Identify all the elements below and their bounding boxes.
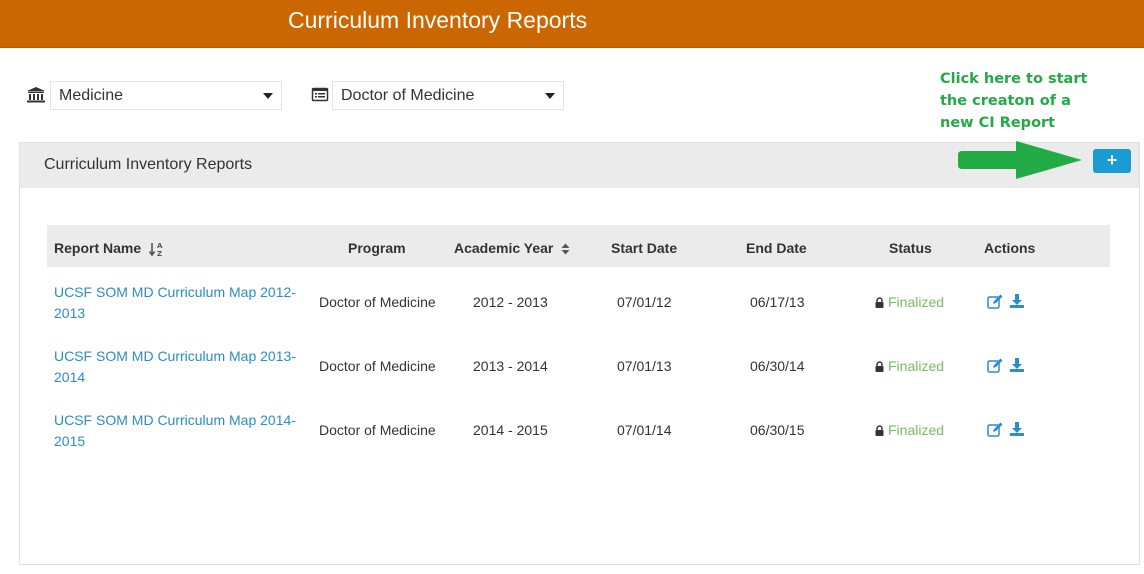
report-link[interactable]: UCSF SOM MD Curriculum Map 2012- 2013 xyxy=(54,282,314,324)
report-link-line: UCSF SOM MD Curriculum Map 2012- xyxy=(54,284,296,300)
lock-icon xyxy=(875,361,884,372)
chevron-down-icon xyxy=(263,93,273,99)
status-badge: Finalized xyxy=(875,422,944,438)
end-date-cell: 06/30/15 xyxy=(750,422,805,438)
school-select-value: Medicine xyxy=(59,87,124,104)
report-link-line: UCSF SOM MD Curriculum Map 2013- xyxy=(54,348,296,364)
status-text: Finalized xyxy=(888,294,945,310)
program-cell: Doctor of Medicine xyxy=(319,422,436,438)
column-header-status: Status xyxy=(889,240,932,256)
end-date-cell: 06/17/13 xyxy=(750,294,805,310)
column-header-academic-year[interactable]: Academic Year xyxy=(454,225,570,267)
page-title: Curriculum Inventory Reports xyxy=(288,7,588,33)
report-link-line: 2014 xyxy=(54,369,86,385)
report-link[interactable]: UCSF SOM MD Curriculum Map 2013- 2014 xyxy=(54,346,314,388)
report-link[interactable]: UCSF SOM MD Curriculum Map 2014- 2015 xyxy=(54,410,314,452)
column-header-label: Academic Year xyxy=(454,240,554,256)
status-badge: Finalized xyxy=(875,358,944,374)
table-header: Report Name A Z Program Academic Year St… xyxy=(47,225,1110,267)
panel-title: Curriculum Inventory Reports xyxy=(44,156,253,173)
callout-text: Click here to start the creaton of a new… xyxy=(940,68,1140,134)
lock-icon xyxy=(875,297,884,308)
download-icon[interactable] xyxy=(1009,357,1025,373)
table-row: UCSF SOM MD Curriculum Map 2013- 2014 Do… xyxy=(47,346,1110,410)
plus-icon: + xyxy=(1106,150,1118,170)
report-link-line: 2013 xyxy=(54,305,86,321)
status-text: Finalized xyxy=(888,422,945,438)
sort-icon xyxy=(561,243,570,255)
column-header-actions: Actions xyxy=(984,240,1036,256)
academic-year-cell: 2014 - 2015 xyxy=(473,422,548,438)
svg-text:Z: Z xyxy=(157,250,162,257)
start-date-cell: 07/01/13 xyxy=(617,358,672,374)
table-row: UCSF SOM MD Curriculum Map 2012- 2013 Do… xyxy=(47,282,1110,346)
lock-icon xyxy=(875,425,884,436)
download-icon[interactable] xyxy=(1009,293,1025,309)
callout-line: Click here to start xyxy=(940,71,1088,87)
report-link-line: 2015 xyxy=(54,433,86,449)
start-date-cell: 07/01/14 xyxy=(617,422,672,438)
chevron-down-icon xyxy=(545,93,555,99)
column-header-program: Program xyxy=(348,240,406,256)
sort-alpha-icon: A Z xyxy=(149,242,163,257)
svg-text:A: A xyxy=(157,242,163,250)
column-header-start-date: Start Date xyxy=(611,240,678,256)
download-icon[interactable] xyxy=(1009,421,1025,437)
status-badge: Finalized xyxy=(875,294,944,310)
institution-icon xyxy=(27,87,45,103)
academic-year-cell: 2013 - 2014 xyxy=(473,358,548,374)
list-alt-icon xyxy=(311,87,329,102)
edit-icon[interactable] xyxy=(987,294,1003,310)
edit-icon[interactable] xyxy=(987,358,1003,374)
program-cell: Doctor of Medicine xyxy=(319,294,436,310)
program-select-value: Doctor of Medicine xyxy=(341,87,475,104)
arrow-right-icon xyxy=(958,141,1082,179)
edit-icon[interactable] xyxy=(987,422,1003,438)
top-bar: Curriculum Inventory Reports xyxy=(0,0,1144,48)
start-date-cell: 07/01/12 xyxy=(617,294,672,310)
program-select[interactable]: Doctor of Medicine xyxy=(332,81,564,110)
school-select[interactable]: Medicine xyxy=(50,81,282,110)
academic-year-cell: 2012 - 2013 xyxy=(473,294,548,310)
status-text: Finalized xyxy=(888,358,945,374)
column-header-report-name[interactable]: Report Name A Z xyxy=(54,225,163,267)
add-report-button[interactable]: + xyxy=(1093,149,1131,173)
column-header-label: Report Name xyxy=(54,240,142,256)
program-cell: Doctor of Medicine xyxy=(319,358,436,374)
column-header-end-date: End Date xyxy=(746,240,807,256)
report-link-line: UCSF SOM MD Curriculum Map 2014- xyxy=(54,412,296,428)
end-date-cell: 06/30/14 xyxy=(750,358,805,374)
callout-line: the creaton of a xyxy=(940,93,1071,109)
table-row: UCSF SOM MD Curriculum Map 2014- 2015 Do… xyxy=(47,410,1110,474)
callout-line: new CI Report xyxy=(940,115,1056,131)
